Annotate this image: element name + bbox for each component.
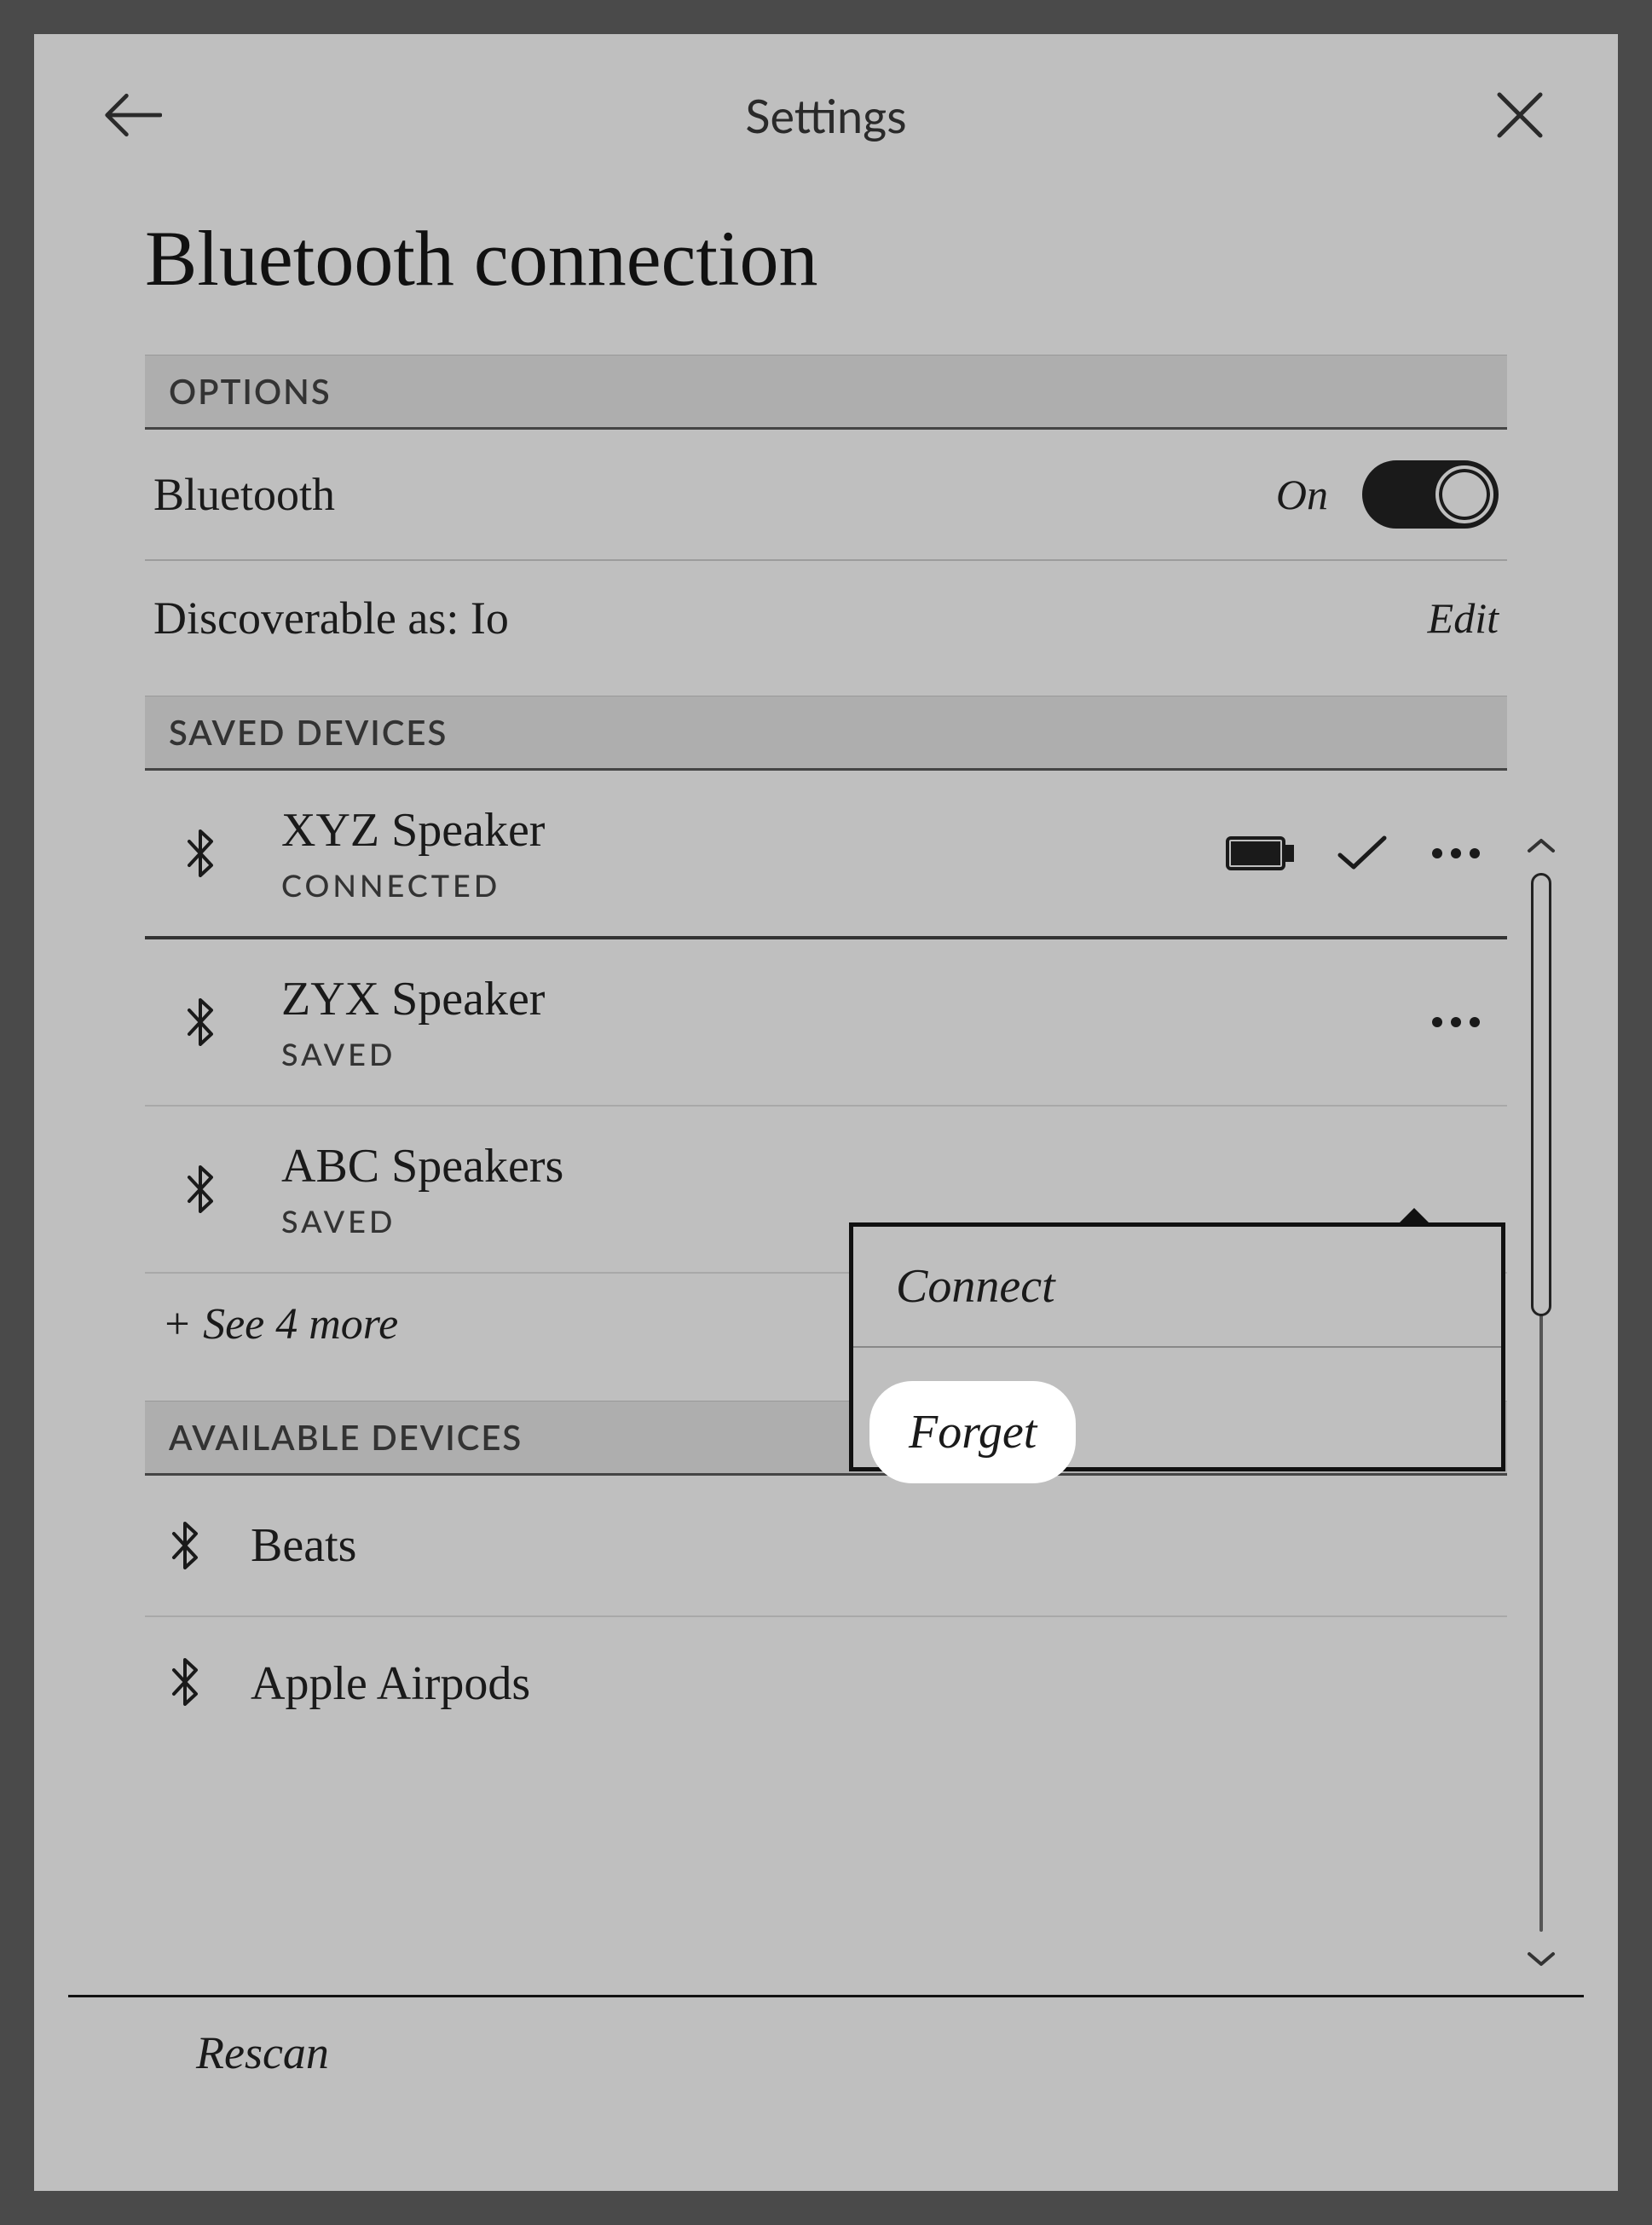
- back-arrow-icon: [102, 90, 162, 141]
- device-status: SAVED: [281, 1035, 1430, 1072]
- scroll-track[interactable]: [1539, 873, 1543, 1932]
- scrollbar[interactable]: [1524, 835, 1558, 1969]
- rescan-bar: Rescan: [68, 1995, 1584, 2157]
- section-header-saved: SAVED DEVICES: [145, 696, 1507, 771]
- more-dots-icon: [1430, 1015, 1482, 1029]
- bluetooth-icon: [170, 998, 230, 1046]
- available-device-row[interactable]: Apple Airpods: [145, 1617, 1507, 1711]
- device-name: ZYX Speaker: [281, 972, 1430, 1026]
- device-name: Apple Airpods: [199, 1656, 530, 1711]
- discoverable-label: Discoverable as: Io: [153, 592, 509, 644]
- rescan-button[interactable]: Rescan: [196, 2026, 329, 2079]
- scroll-thumb[interactable]: [1531, 873, 1551, 1316]
- battery-icon: [1226, 835, 1294, 872]
- toggle-knob: [1435, 465, 1493, 523]
- bluetooth-icon: [170, 1165, 230, 1213]
- forget-highlight[interactable]: Forget: [869, 1381, 1076, 1483]
- bluetooth-state: On: [1276, 470, 1328, 519]
- bluetooth-icon: [170, 829, 230, 877]
- scroll-up-icon[interactable]: [1526, 835, 1557, 856]
- header-title: Settings: [745, 88, 906, 143]
- device-name: Beats: [199, 1518, 356, 1573]
- section-header-options: OPTIONS: [145, 355, 1507, 430]
- more-options-button[interactable]: [1430, 1015, 1482, 1029]
- bluetooth-icon: [170, 1522, 199, 1569]
- device-status: CONNECTED: [281, 866, 1226, 904]
- discoverable-row[interactable]: Discoverable as: Io Edit: [145, 561, 1507, 696]
- connected-check-icon: [1337, 835, 1388, 872]
- saved-device-row[interactable]: ZYX Speaker SAVED: [145, 939, 1507, 1107]
- more-options-button[interactable]: [1430, 847, 1482, 860]
- edit-button[interactable]: Edit: [1428, 593, 1499, 643]
- bluetooth-toggle-row[interactable]: Bluetooth On: [145, 430, 1507, 561]
- saved-device-row[interactable]: XYZ Speaker CONNECTED: [145, 771, 1507, 939]
- page-title: Bluetooth connection: [34, 179, 1618, 355]
- bluetooth-label: Bluetooth: [153, 468, 335, 521]
- scroll-down-icon[interactable]: [1526, 1949, 1557, 1969]
- close-icon: [1494, 90, 1545, 141]
- menu-item-connect[interactable]: Connect: [853, 1227, 1501, 1348]
- device-name: XYZ Speaker: [281, 803, 1226, 858]
- available-device-row[interactable]: Beats: [145, 1476, 1507, 1617]
- close-button[interactable]: [1490, 85, 1550, 145]
- more-dots-icon: [1430, 847, 1482, 860]
- bluetooth-icon: [170, 1658, 199, 1706]
- back-button[interactable]: [102, 85, 162, 145]
- bluetooth-toggle[interactable]: [1362, 460, 1499, 529]
- device-name: ABC Speakers: [281, 1139, 1482, 1193]
